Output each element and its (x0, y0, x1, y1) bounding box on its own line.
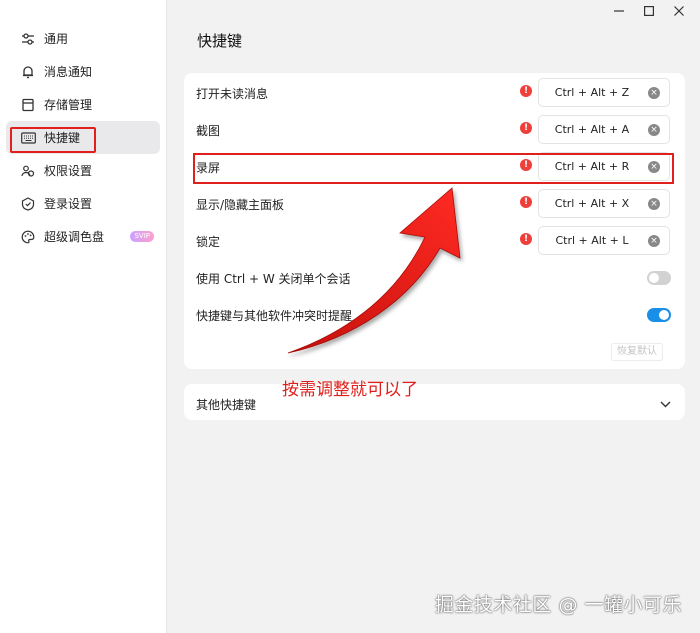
watermark: 掘金技术社区 @ 一罐小可乐 (434, 594, 682, 616)
annotation-text: 按需调整就可以了 (282, 380, 418, 400)
annotation-arrow (287, 187, 461, 354)
